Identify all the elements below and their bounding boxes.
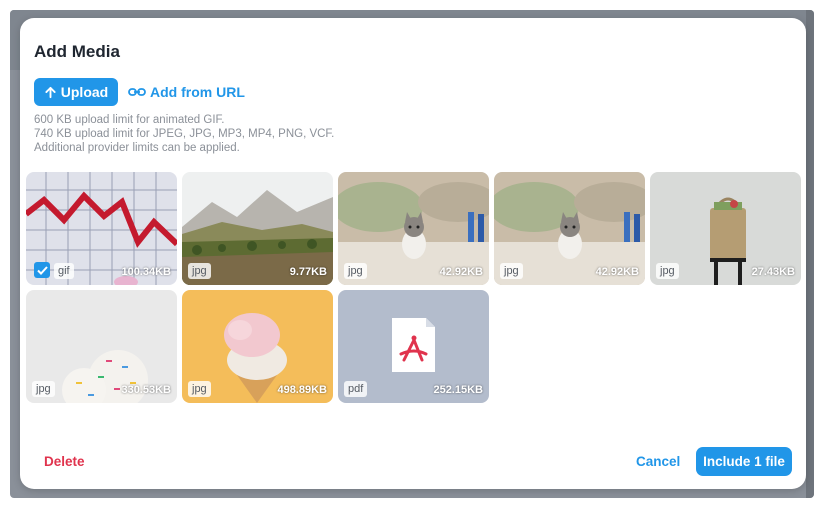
limit-line-provider: Additional provider limits can be applie… (34, 142, 240, 154)
media-tile[interactable]: jpg 42.92KB (494, 172, 645, 285)
media-tile[interactable]: jpg 27.43KB (650, 172, 801, 285)
selected-checkbox[interactable] (34, 262, 50, 278)
upload-limits: 600 KB upload limit for animated GIF. 74… (34, 113, 334, 155)
limit-line-gif: 600 KB upload limit for animated GIF. (34, 114, 225, 126)
cancel-button[interactable]: Cancel (636, 454, 680, 469)
file-size: 27.43KB (751, 266, 795, 278)
file-type-badge: pdf (344, 381, 368, 397)
file-size: 252.15KB (433, 384, 483, 396)
file-size: 9.77KB (289, 266, 327, 278)
limit-line-images: 740 KB upload limit for JPEG, JPG, MP3, … (34, 128, 335, 140)
file-type-badge: jpg (188, 263, 211, 279)
dialog-title: Add Media (34, 42, 120, 61)
media-tile[interactable]: jpg 330.53KB (26, 290, 177, 403)
upload-button[interactable]: Upload (34, 78, 118, 106)
file-size: 330.53KB (121, 384, 171, 396)
file-size: 498.89KB (277, 384, 327, 396)
delete-button[interactable]: Delete (44, 454, 85, 469)
media-tile[interactable]: pdf 252.15KB (338, 290, 489, 403)
file-type-badge: jpg (32, 381, 55, 397)
media-tile[interactable]: jpg 9.77KB (182, 172, 333, 285)
backdrop-scrollbar (806, 10, 814, 498)
file-size: 100.34KB (121, 266, 171, 278)
media-tile[interactable]: jpg 42.92KB (338, 172, 489, 285)
check-icon (36, 265, 48, 275)
add-media-dialog: Add Media Upload Add from URL 600 KB upl… (20, 18, 806, 489)
arrow-up-icon (45, 86, 56, 98)
media-tile[interactable]: gif 100.34KB (26, 172, 177, 285)
file-type-badge: jpg (656, 263, 679, 279)
add-from-url-label: Add from URL (150, 84, 245, 100)
file-size: 42.92KB (439, 266, 483, 278)
file-size: 42.92KB (595, 266, 639, 278)
media-tile[interactable]: jpg 498.89KB (182, 290, 333, 403)
link-icon (128, 88, 146, 96)
file-type-badge: jpg (188, 381, 211, 397)
file-type-badge: jpg (344, 263, 367, 279)
file-type-badge: gif (54, 263, 74, 279)
add-from-url-link[interactable]: Add from URL (128, 78, 245, 106)
include-file-button[interactable]: Include 1 file (696, 447, 792, 476)
file-type-badge: jpg (500, 263, 523, 279)
upload-button-label: Upload (60, 84, 109, 100)
